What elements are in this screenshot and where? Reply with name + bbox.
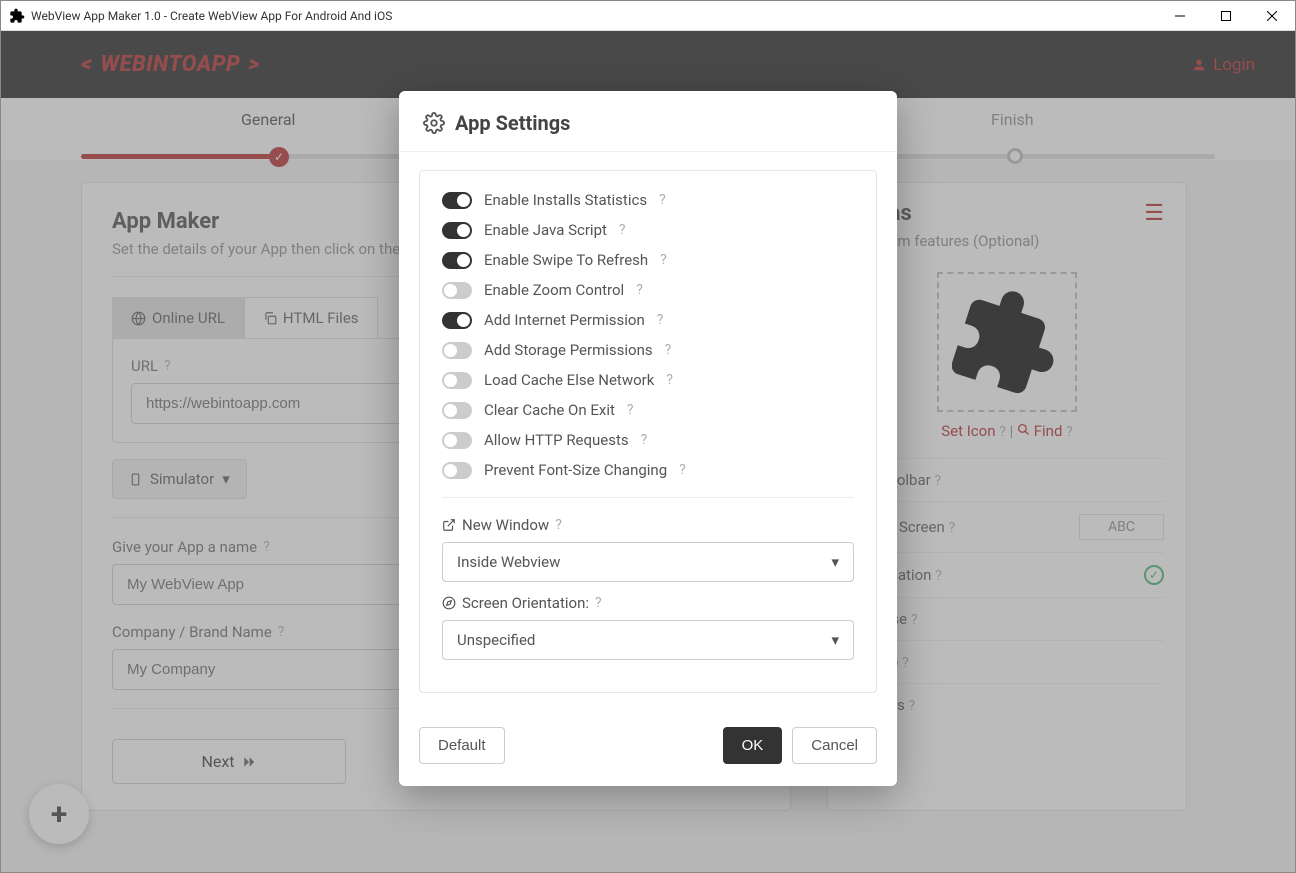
toggle-row: Prevent Font-Size Changing ? bbox=[442, 461, 854, 479]
help-icon[interactable]: ? bbox=[627, 402, 634, 418]
toggle-label: Add Internet Permission bbox=[484, 311, 645, 329]
app-icon bbox=[9, 8, 25, 24]
toggle-label: Allow HTTP Requests bbox=[484, 431, 629, 449]
toggle-label: Enable Java Script bbox=[484, 221, 607, 239]
toggle-label: Prevent Font-Size Changing bbox=[484, 461, 667, 479]
help-icon[interactable]: ? bbox=[659, 192, 666, 208]
help-icon[interactable]: ? bbox=[679, 462, 686, 478]
gear-icon bbox=[423, 112, 445, 134]
cancel-button[interactable]: Cancel bbox=[792, 727, 877, 764]
window-title: WebView App Maker 1.0 - Create WebView A… bbox=[31, 9, 392, 23]
toggle-row: Allow HTTP Requests ? bbox=[442, 431, 854, 449]
help-icon[interactable]: ? bbox=[636, 282, 643, 298]
toggle-label: Add Storage Permissions bbox=[484, 341, 653, 359]
caret-down-icon: ▾ bbox=[831, 553, 839, 571]
toggle-switch[interactable] bbox=[442, 252, 472, 269]
help-icon[interactable]: ? bbox=[666, 372, 673, 388]
modal-header: App Settings bbox=[399, 91, 897, 152]
orientation-select[interactable]: Unspecified▾ bbox=[442, 620, 854, 660]
app-settings-modal: App Settings Enable Installs Statistics … bbox=[399, 91, 897, 786]
toggle-switch[interactable] bbox=[442, 282, 472, 299]
toggle-row: Enable Swipe To Refresh ? bbox=[442, 251, 854, 269]
help-icon[interactable]: ? bbox=[619, 222, 626, 238]
toggle-switch[interactable] bbox=[442, 462, 472, 479]
new-window-select[interactable]: Inside Webview▾ bbox=[442, 542, 854, 582]
toggle-label: Enable Zoom Control bbox=[484, 281, 624, 299]
toggle-row: Enable Java Script ? bbox=[442, 221, 854, 239]
help-icon[interactable]: ? bbox=[665, 342, 672, 358]
compass-icon bbox=[442, 596, 456, 610]
toggle-label: Enable Swipe To Refresh bbox=[484, 251, 648, 269]
toggle-row: Add Internet Permission ? bbox=[442, 311, 854, 329]
toggle-label: Clear Cache On Exit bbox=[484, 401, 615, 419]
maximize-button[interactable] bbox=[1203, 1, 1249, 31]
toggle-row: Load Cache Else Network ? bbox=[442, 371, 854, 389]
default-button[interactable]: Default bbox=[419, 727, 505, 764]
help-icon[interactable]: ? bbox=[595, 595, 602, 611]
toggle-row: Enable Installs Statistics ? bbox=[442, 191, 854, 209]
toggle-switch[interactable] bbox=[442, 372, 472, 389]
toggle-label: Load Cache Else Network bbox=[484, 371, 654, 389]
settings-panel: Enable Installs Statistics ?Enable Java … bbox=[419, 170, 877, 693]
toggle-switch[interactable] bbox=[442, 432, 472, 449]
help-icon[interactable]: ? bbox=[555, 517, 562, 533]
toggle-row: Clear Cache On Exit ? bbox=[442, 401, 854, 419]
external-link-icon bbox=[442, 518, 456, 532]
toggle-switch[interactable] bbox=[442, 342, 472, 359]
close-button[interactable] bbox=[1249, 1, 1295, 31]
toggle-switch[interactable] bbox=[442, 222, 472, 239]
toggle-switch[interactable] bbox=[442, 402, 472, 419]
caret-down-icon: ▾ bbox=[831, 631, 839, 649]
help-icon[interactable]: ? bbox=[641, 432, 648, 448]
ok-button[interactable]: OK bbox=[723, 727, 783, 764]
new-window-label: New Window ? bbox=[442, 516, 854, 534]
toggle-label: Enable Installs Statistics bbox=[484, 191, 647, 209]
orientation-label: Screen Orientation: ? bbox=[442, 594, 854, 612]
toggle-row: Enable Zoom Control ? bbox=[442, 281, 854, 299]
toggle-switch[interactable] bbox=[442, 312, 472, 329]
help-icon[interactable]: ? bbox=[657, 312, 664, 328]
toggle-row: Add Storage Permissions ? bbox=[442, 341, 854, 359]
toggle-switch[interactable] bbox=[442, 192, 472, 209]
titlebar: WebView App Maker 1.0 - Create WebView A… bbox=[1, 1, 1295, 31]
minimize-button[interactable] bbox=[1157, 1, 1203, 31]
help-icon[interactable]: ? bbox=[660, 252, 667, 268]
